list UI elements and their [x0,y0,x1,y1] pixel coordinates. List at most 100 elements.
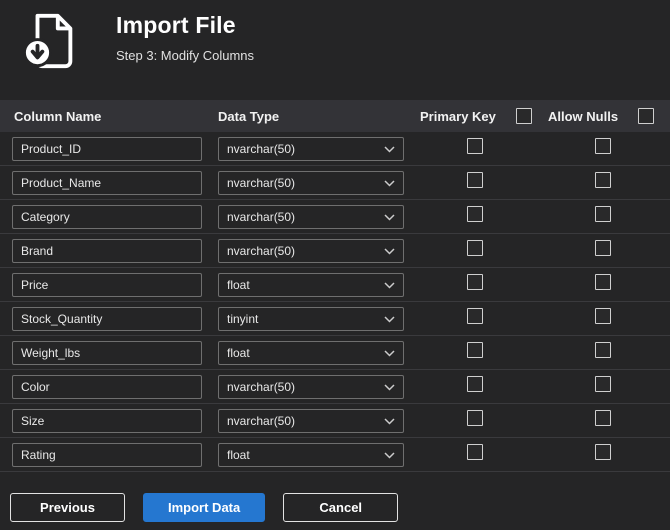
column-name-input[interactable] [12,136,202,161]
data-type-value: float [227,447,250,462]
column-name-cell [0,238,210,263]
import-data-button[interactable]: Import Data [143,493,266,522]
column-row: nvarchar(50) [0,166,670,200]
columns-table: Column Name Data Type Primary Key Allow … [0,100,670,472]
data-type-value: nvarchar(50) [227,141,296,156]
data-type-cell: nvarchar(50) [210,170,412,195]
data-type-select[interactable]: float [218,272,404,297]
primary-key-cell [412,444,540,465]
column-row: nvarchar(50) [0,132,670,166]
data-type-cell: tinyint [210,306,412,331]
allow-nulls-checkbox[interactable] [595,308,611,324]
data-type-value: nvarchar(50) [227,209,296,224]
chevron-down-icon [384,414,395,428]
column-name-cell [0,136,210,161]
data-type-cell: nvarchar(50) [210,374,412,399]
primary-key-checkbox[interactable] [467,172,483,188]
primary-key-cell [412,274,540,295]
column-name-cell [0,374,210,399]
data-type-select[interactable]: float [218,442,404,467]
column-name-cell [0,170,210,195]
column-name-input[interactable] [12,374,202,399]
primary-key-cell [412,308,540,329]
import-file-dialog: Import File Step 3: Modify Columns Colum… [0,0,670,530]
chevron-down-icon [384,380,395,394]
allow-nulls-cell [540,172,670,193]
dialog-footer: Previous Import Data Cancel [0,472,670,522]
primary-key-checkbox[interactable] [467,376,483,392]
data-type-value: nvarchar(50) [227,175,296,190]
allow-nulls-checkbox[interactable] [595,172,611,188]
allow-nulls-checkbox[interactable] [595,410,611,426]
column-name-input[interactable] [12,340,202,365]
data-type-select[interactable]: nvarchar(50) [218,408,404,433]
data-type-cell: float [210,442,412,467]
header-data-type: Data Type [218,108,280,124]
chevron-down-icon [384,210,395,224]
column-name-input[interactable] [12,170,202,195]
allow-nulls-checkbox[interactable] [595,240,611,256]
allow-nulls-checkbox[interactable] [595,138,611,154]
primary-key-select-all-checkbox[interactable] [515,108,532,124]
cancel-button[interactable]: Cancel [283,493,399,522]
column-name-input[interactable] [12,272,202,297]
data-type-cell: float [210,340,412,365]
data-type-cell: nvarchar(50) [210,408,412,433]
column-name-input[interactable] [12,238,202,263]
column-row: nvarchar(50) [0,404,670,438]
header-column-name: Column Name [14,108,102,124]
column-row: nvarchar(50) [0,234,670,268]
column-name-input[interactable] [12,408,202,433]
chevron-down-icon [384,312,395,326]
primary-key-checkbox[interactable] [467,410,483,426]
data-type-value: nvarchar(50) [227,243,296,258]
allow-nulls-cell [540,206,670,227]
primary-key-checkbox[interactable] [467,274,483,290]
data-type-select[interactable]: float [218,340,404,365]
data-type-value: nvarchar(50) [227,413,296,428]
allow-nulls-cell [540,342,670,363]
data-type-select[interactable]: nvarchar(50) [218,136,404,161]
data-type-select[interactable]: nvarchar(50) [218,374,404,399]
previous-button[interactable]: Previous [10,493,125,522]
import-file-icon [20,12,86,75]
primary-key-checkbox[interactable] [467,240,483,256]
column-name-cell [0,204,210,229]
header-primary-key: Primary Key [412,108,540,124]
column-row: float [0,438,670,472]
column-row: float [0,336,670,370]
header-primary-key-label: Primary Key [420,108,496,124]
page-title: Import File [116,12,236,38]
allow-nulls-select-all-checkbox[interactable] [638,108,655,124]
column-rows: nvarchar(50) nvarchar(50) [0,132,670,472]
primary-key-checkbox[interactable] [467,342,483,358]
data-type-select[interactable]: nvarchar(50) [218,170,404,195]
data-type-cell: nvarchar(50) [210,238,412,263]
allow-nulls-checkbox[interactable] [595,206,611,222]
primary-key-checkbox[interactable] [467,308,483,324]
primary-key-checkbox[interactable] [467,206,483,222]
chevron-down-icon [384,346,395,360]
data-type-select[interactable]: nvarchar(50) [218,204,404,229]
allow-nulls-checkbox[interactable] [595,274,611,290]
column-name-input[interactable] [12,442,202,467]
column-name-cell [0,306,210,331]
data-type-select[interactable]: tinyint [218,306,404,331]
column-name-cell [0,272,210,297]
primary-key-checkbox[interactable] [467,444,483,460]
primary-key-checkbox[interactable] [467,138,483,154]
column-name-input[interactable] [12,204,202,229]
title-block: Import File Step 3: Modify Columns [116,10,254,63]
table-header-row: Column Name Data Type Primary Key Allow … [0,100,670,132]
allow-nulls-checkbox[interactable] [595,342,611,358]
column-row: tinyint [0,302,670,336]
data-type-select[interactable]: nvarchar(50) [218,238,404,263]
column-name-cell [0,442,210,467]
allow-nulls-checkbox[interactable] [595,444,611,460]
chevron-down-icon [384,142,395,156]
allow-nulls-cell [540,138,670,159]
allow-nulls-checkbox[interactable] [595,376,611,392]
column-name-input[interactable] [12,306,202,331]
data-type-value: nvarchar(50) [227,379,296,394]
data-type-cell: float [210,272,412,297]
